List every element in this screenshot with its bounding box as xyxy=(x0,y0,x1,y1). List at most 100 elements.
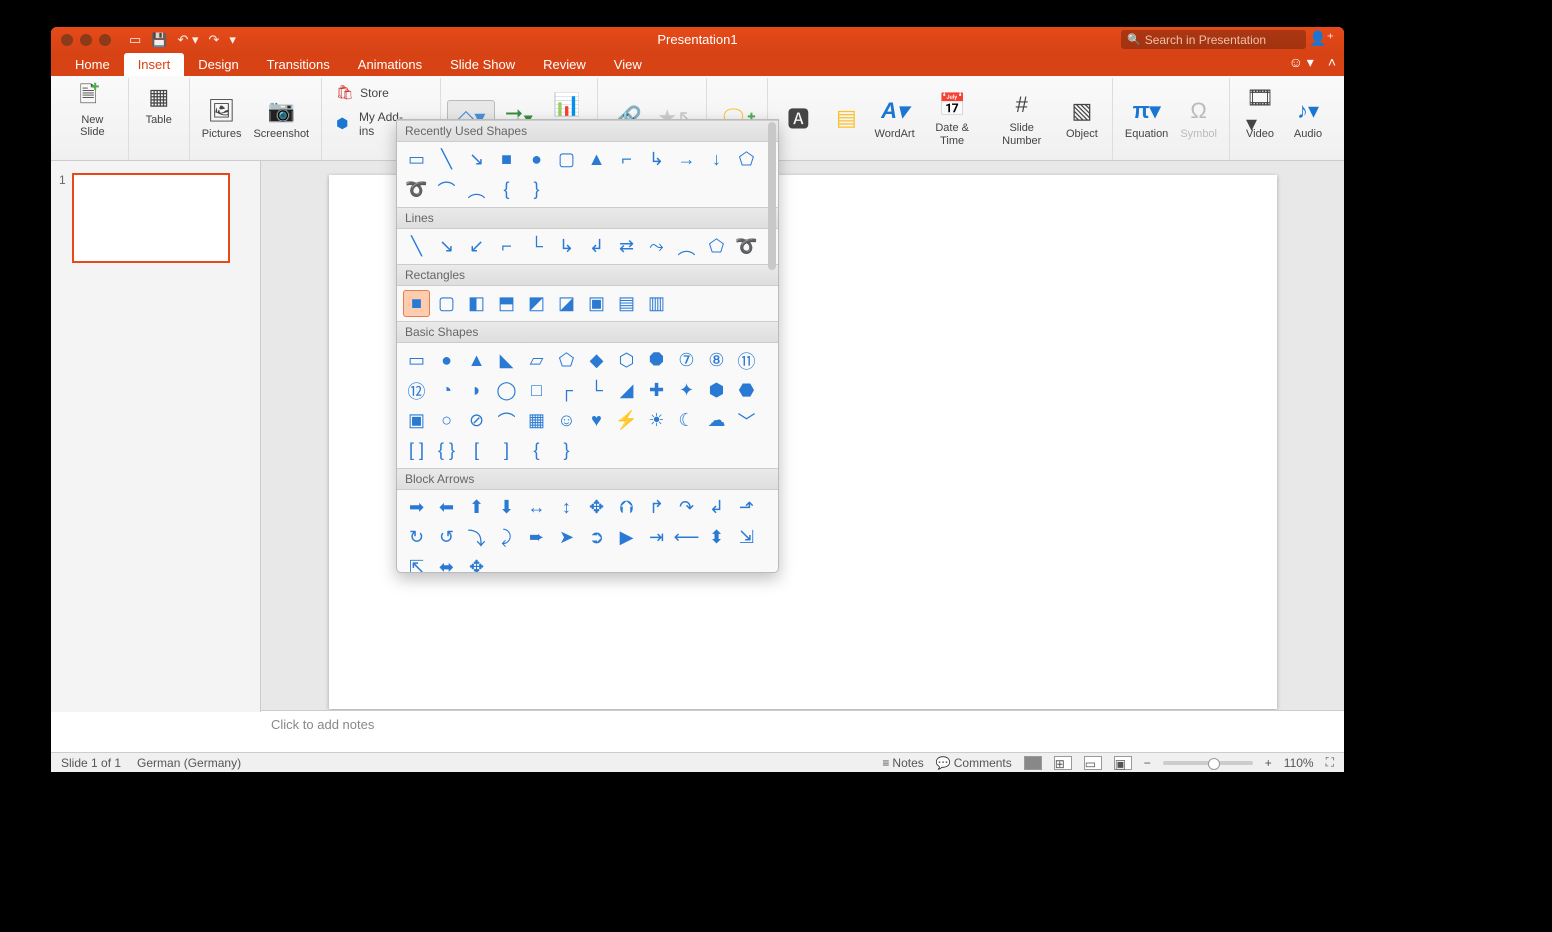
shape-option[interactable]: ⬒ xyxy=(493,290,520,317)
shape-option[interactable]: ● xyxy=(433,347,460,374)
shape-option[interactable]: ◣ xyxy=(493,347,520,374)
shape-option[interactable]: ○ xyxy=(433,407,460,434)
shape-option[interactable]: ▭ xyxy=(403,347,430,374)
shape-option[interactable]: ▲ xyxy=(583,146,610,173)
shape-option[interactable]: ◔ xyxy=(433,377,460,404)
shape-option[interactable]: ⑦ xyxy=(673,347,700,374)
shape-option[interactable]: ■ xyxy=(403,290,430,317)
shape-option[interactable]: ⌐ xyxy=(493,233,520,260)
shape-option[interactable]: ↕ xyxy=(553,494,580,521)
shape-option[interactable]: ↺ xyxy=(433,524,460,551)
shape-option[interactable]: ⬌ xyxy=(433,554,460,572)
tab-slideshow[interactable]: Slide Show xyxy=(436,53,529,76)
shape-option[interactable]: ✥ xyxy=(463,554,490,572)
shape-option[interactable]: ↓ xyxy=(703,146,730,173)
shape-option[interactable]: ↳ xyxy=(643,146,670,173)
minimize-window-button[interactable] xyxy=(80,34,92,46)
shape-option[interactable]: ↻ xyxy=(403,524,430,551)
shape-option[interactable]: ◧ xyxy=(463,290,490,317)
shape-option[interactable]: ✥ xyxy=(583,494,610,521)
shape-option[interactable]: ⬆ xyxy=(463,494,490,521)
date-time-button[interactable]: 📅 Date & Time xyxy=(919,88,986,149)
shape-option[interactable]: ◆ xyxy=(583,347,610,374)
new-slide-button[interactable]: 🗎✚ New Slide xyxy=(63,80,122,141)
shape-option[interactable]: ■ xyxy=(493,146,520,173)
shape-option[interactable]: ⬢ xyxy=(703,377,730,404)
slide-number-button[interactable]: # Slide Number xyxy=(986,88,1058,149)
fit-to-window-button[interactable]: ⛶ xyxy=(1326,755,1334,770)
tab-animations[interactable]: Animations xyxy=(344,53,436,76)
audio-button[interactable]: ♪▾ Audio xyxy=(1284,94,1332,143)
header-footer-button[interactable]: ▤ xyxy=(822,101,870,138)
reading-view-button[interactable]: ▭ xyxy=(1084,756,1102,770)
shape-option[interactable]: ▣ xyxy=(583,290,610,317)
feedback-icon[interactable]: ☺ ▾ xyxy=(1289,54,1314,71)
save-icon[interactable]: 💾 xyxy=(151,32,167,48)
shape-option[interactable]: } xyxy=(523,176,550,203)
shape-option[interactable]: ⬠ xyxy=(733,146,760,173)
slide-thumbnail-1[interactable] xyxy=(72,173,230,263)
zoom-level[interactable]: 110% xyxy=(1284,756,1314,770)
shape-option[interactable]: ▲ xyxy=(463,347,490,374)
shape-option[interactable]: ╲ xyxy=(433,146,460,173)
pictures-button[interactable]: 🖼 Pictures xyxy=(196,94,248,143)
shape-option[interactable]: } xyxy=(553,437,580,464)
shape-option[interactable]: └ xyxy=(583,377,610,404)
shape-option[interactable]: ⮉ xyxy=(613,494,640,521)
shape-option[interactable]: ➨ xyxy=(523,524,550,551)
shape-option[interactable]: ➰ xyxy=(403,176,430,203)
shape-option[interactable]: ✦ xyxy=(673,377,700,404)
shape-option[interactable]: ▤ xyxy=(613,290,640,317)
equation-button[interactable]: π▾ Equation xyxy=(1119,94,1174,143)
shape-option[interactable]: ﹀ xyxy=(733,407,760,434)
search-input[interactable]: Search in Presentation xyxy=(1121,30,1306,49)
shape-option[interactable]: ⬠ xyxy=(553,347,580,374)
shape-option[interactable]: ⬅ xyxy=(433,494,460,521)
shape-option[interactable]: ⬍ xyxy=(703,524,730,551)
shape-option[interactable]: ◪ xyxy=(553,290,580,317)
shape-option[interactable]: ↷ xyxy=(673,494,700,521)
shape-option[interactable]: { } xyxy=(433,437,460,464)
close-window-button[interactable] xyxy=(61,34,73,46)
textbox-button[interactable]: 🅰 xyxy=(774,101,822,138)
slideshow-view-button[interactable]: ▣ xyxy=(1114,756,1132,770)
shape-option[interactable]: ︵ xyxy=(673,233,700,260)
shape-option[interactable]: ⇄ xyxy=(613,233,640,260)
comments-toggle[interactable]: 💬 Comments xyxy=(936,756,1012,770)
shape-option[interactable]: ↳ xyxy=(553,233,580,260)
qat-customize-icon[interactable]: ▾ xyxy=(229,32,236,48)
shape-option[interactable]: ◩ xyxy=(523,290,550,317)
shape-option[interactable]: ] xyxy=(493,437,520,464)
shape-option[interactable]: ⬣ xyxy=(733,377,760,404)
shape-option[interactable]: ╲ xyxy=(403,233,430,260)
language-indicator[interactable]: German (Germany) xyxy=(137,756,241,770)
maximize-window-button[interactable] xyxy=(99,34,111,46)
shape-option[interactable]: ⯃ xyxy=(643,347,670,374)
shape-option[interactable]: ⤸ xyxy=(493,524,520,551)
shape-option[interactable]: [ ] xyxy=(403,437,430,464)
shape-option[interactable]: ⌒ xyxy=(433,176,460,203)
wordart-button[interactable]: A▾ WordArt xyxy=(870,94,918,143)
shape-option[interactable]: ⑪ xyxy=(733,347,760,374)
tab-view[interactable]: View xyxy=(600,53,656,76)
shape-option[interactable]: ● xyxy=(523,146,550,173)
shape-option[interactable]: ⇥ xyxy=(643,524,670,551)
shape-option[interactable]: ⤵ xyxy=(463,524,490,551)
shape-option[interactable]: { xyxy=(523,437,550,464)
shape-option[interactable]: ↱ xyxy=(643,494,670,521)
shape-option[interactable]: ➡ xyxy=(403,494,430,521)
shape-option[interactable]: ☀ xyxy=(643,407,670,434)
shape-option[interactable]: ☺ xyxy=(553,407,580,434)
shape-option[interactable]: ♥ xyxy=(583,407,610,434)
zoom-in-button[interactable]: + xyxy=(1265,756,1272,770)
shape-option[interactable]: ⇲ xyxy=(733,524,760,551)
shape-option[interactable]: ▥ xyxy=(643,290,670,317)
shape-option[interactable]: ┌ xyxy=(553,377,580,404)
object-button[interactable]: ▧ Object xyxy=(1058,94,1106,143)
collapse-ribbon-icon[interactable]: ˄ xyxy=(1328,54,1336,71)
shape-option[interactable]: ⤳ xyxy=(643,233,670,260)
normal-view-button[interactable] xyxy=(1024,756,1042,770)
shape-option[interactable]: ⚡ xyxy=(613,407,640,434)
shape-option[interactable]: → xyxy=(673,146,700,173)
shape-option[interactable]: ⬏ xyxy=(733,494,760,521)
